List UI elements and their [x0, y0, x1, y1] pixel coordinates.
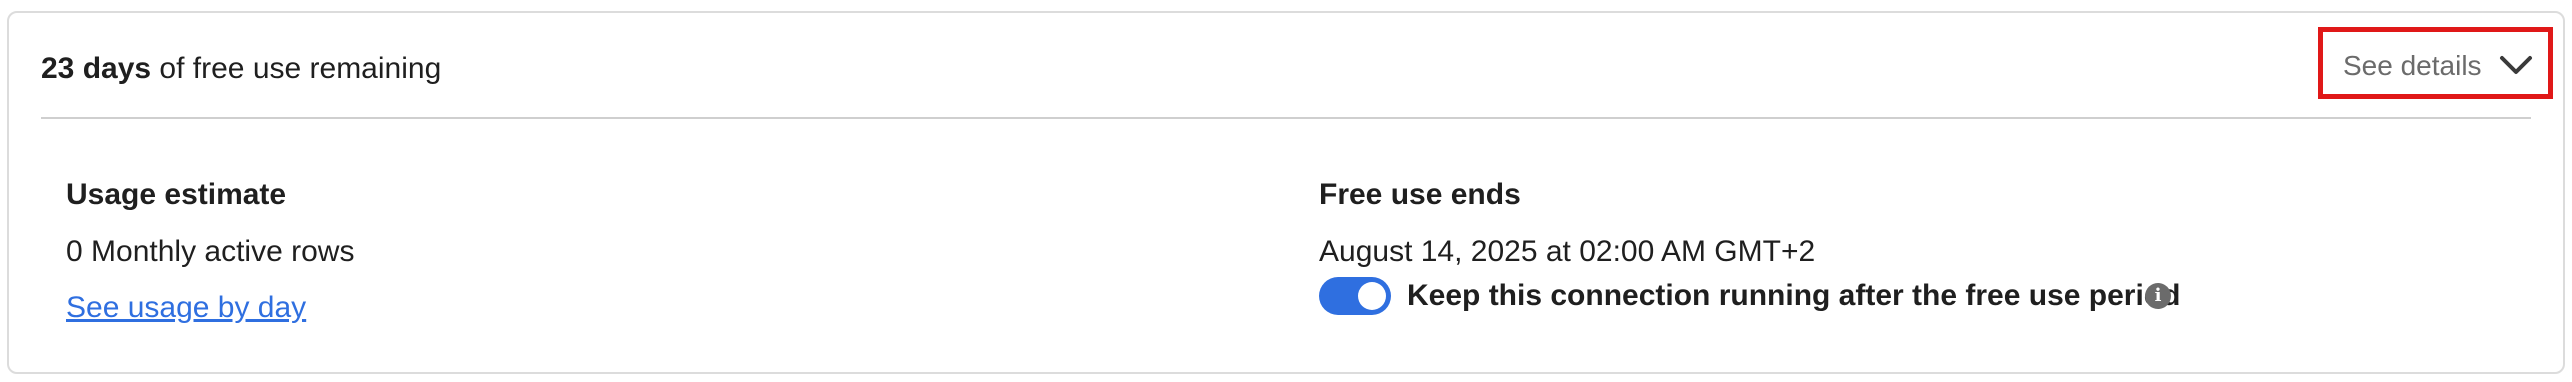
card-header: 23 days of free use remaining See detail…	[9, 13, 2563, 118]
see-details-button[interactable]: See details	[2318, 27, 2553, 99]
info-icon[interactable]: i	[2145, 283, 2171, 309]
days-remaining-suffix: of free use remaining	[151, 52, 442, 85]
free-use-ends-title: Free use ends	[1319, 178, 1521, 211]
see-details-label: See details	[2343, 50, 2482, 81]
free-use-remaining-title: 23 days of free use remaining	[41, 49, 441, 89]
usage-estimate-value: 0 Monthly active rows	[66, 235, 355, 268]
keep-running-toggle[interactable]	[1319, 277, 1391, 315]
free-use-end-date: August 14, 2025 at 02:00 AM GMT+2	[1319, 235, 1816, 268]
toggle-knob	[1358, 282, 1386, 310]
usage-estimate-title: Usage estimate	[66, 178, 287, 211]
free-use-card: 23 days of free use remaining See detail…	[7, 11, 2565, 374]
keep-running-label: Keep this connection running after the f…	[1407, 279, 2181, 312]
chevron-down-icon	[2500, 56, 2532, 74]
days-remaining: 23 days	[41, 52, 152, 85]
header-divider	[41, 117, 2531, 119]
see-usage-by-day-link[interactable]: See usage by day	[66, 288, 306, 328]
